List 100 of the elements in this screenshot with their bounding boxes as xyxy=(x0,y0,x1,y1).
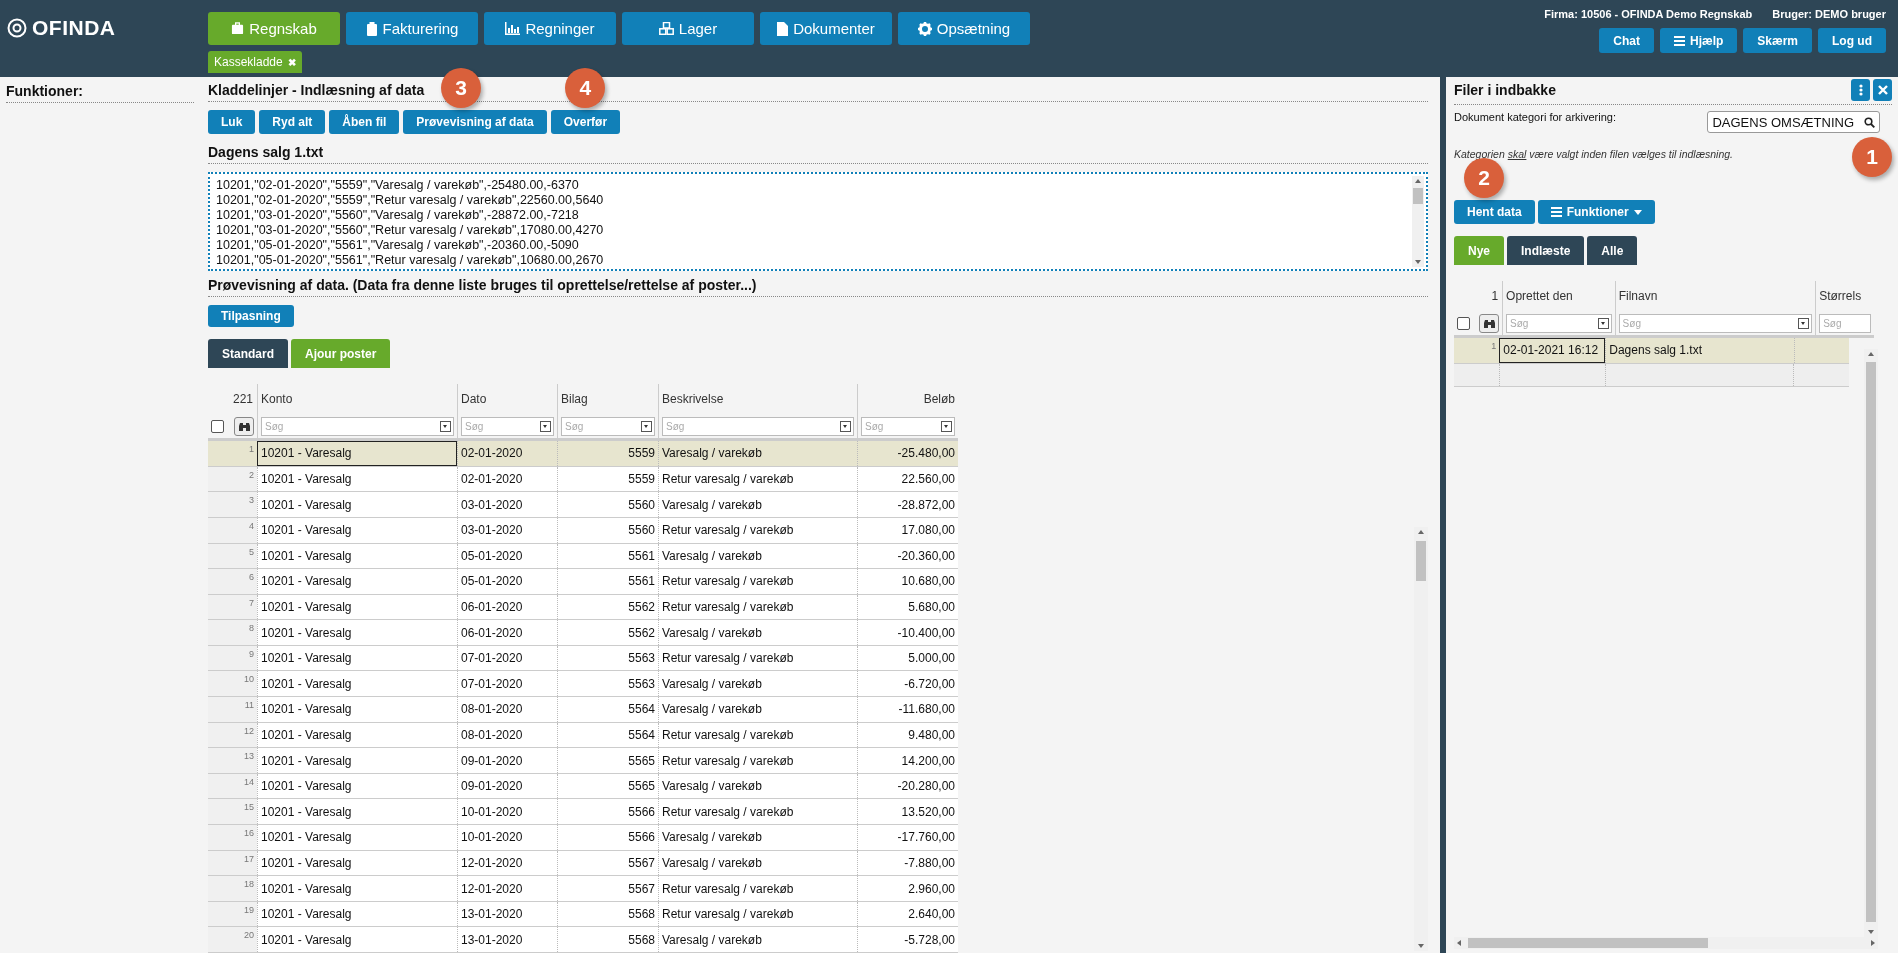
row-number: 20 xyxy=(244,930,254,941)
column-header[interactable]: Konto xyxy=(261,392,293,407)
table-row[interactable]: 5 10201 - Varesalg 05-01-2020 5561 Varesalg / varekøb -20.360,00 xyxy=(208,543,958,570)
table-cell: 5567 xyxy=(628,855,655,870)
table-row[interactable]: 12 10201 - Varesalg 08-01-2020 5564 Retur varesalg / varekøb 9.480,00 xyxy=(208,722,958,749)
table-cell: 10201 - Varesalg xyxy=(261,932,352,947)
toolbar-button[interactable]: Prøvevisning af data xyxy=(403,110,547,134)
row-number: 18 xyxy=(244,879,254,890)
table-cell: 5560 xyxy=(628,497,655,512)
table-row[interactable]: 20 10201 - Varesalg 13-01-2020 5568 Varesalg / varekøb -5.728,00 xyxy=(208,927,958,953)
column-header[interactable]: Oprettet den xyxy=(1506,289,1573,303)
table-cell: Varesalg / varekøb xyxy=(662,497,762,512)
table-row[interactable]: 1 10201 - Varesalg 02-01-2020 5559 Varesalg / varekøb -25.480,00 xyxy=(208,441,958,467)
category-field[interactable]: DAGENS OMSÆTNING xyxy=(1707,111,1880,133)
table-cell: 08-01-2020 xyxy=(461,727,523,742)
table-row[interactable]: 3 10201 - Varesalg 03-01-2020 5560 Varesalg / varekøb -28.872,00 xyxy=(208,492,958,518)
header-button[interactable]: Skærm xyxy=(1743,28,1812,53)
view-tab[interactable]: Standard xyxy=(208,339,288,369)
table-cell: 10201 - Varesalg xyxy=(261,779,352,794)
table-cell: 10201 - Varesalg xyxy=(261,446,352,461)
table-row[interactable]: 7 10201 - Varesalg 06-01-2020 5562 Retur varesalg / varekøb 5.680,00 xyxy=(208,594,958,621)
column-header[interactable]: Størrels xyxy=(1819,289,1862,303)
column-header[interactable]: Dato xyxy=(461,392,487,407)
header-button[interactable]: Chat xyxy=(1599,28,1654,53)
header-button[interactable]: Log ud xyxy=(1818,28,1886,53)
row-number: 1 xyxy=(1491,341,1497,351)
table-row[interactable]: 18 10201 - Varesalg 12-01-2020 5567 Retur varesalg / varekøb 2.960,00 xyxy=(208,876,958,902)
company-label: Firma: 10506 - OFINDA Demo Regnskab xyxy=(1544,8,1753,20)
table-cell: 05-01-2020 xyxy=(461,574,523,589)
table-row[interactable]: 15 10201 - Varesalg 10-01-2020 5566 Retur varesalg / varekøb 13.520,00 xyxy=(208,799,958,826)
table-cell: 02-01-2020 xyxy=(461,472,523,486)
customize-button[interactable]: Tilpasning xyxy=(208,304,294,328)
table-row[interactable]: 17 10201 - Varesalg 12-01-2020 5567 Varesalg / varekøb -7.880,00 xyxy=(208,850,958,877)
row-number: 4 xyxy=(249,520,254,531)
nav-tab[interactable]: Opsætning xyxy=(898,12,1030,45)
table-cell: 10201 - Varesalg xyxy=(261,548,352,563)
toolbar-button[interactable]: Luk xyxy=(208,110,256,134)
table-cell: Retur varesalg / varekøb xyxy=(662,881,794,896)
column-header[interactable]: Beskrivelse xyxy=(662,392,724,407)
table-cell: Varesalg / varekøb xyxy=(662,676,762,691)
table-cell: 07-01-2020 xyxy=(461,651,523,666)
table-row[interactable]: 10 10201 - Varesalg 07-01-2020 5563 Varesalg / varekøb -6.720,00 xyxy=(208,671,958,698)
table-row[interactable]: 11 10201 - Varesalg 08-01-2020 5564 Varesalg / varekøb -11.680,00 xyxy=(208,697,958,723)
table-row[interactable]: 6 10201 - Varesalg 05-01-2020 5561 Retur varesalg / varekøb 10.680,00 xyxy=(208,569,958,595)
toolbar-button[interactable]: Overfør xyxy=(550,110,621,134)
table-row[interactable]: 8 10201 - Varesalg 06-01-2020 5562 Varesalg / varekøb -10.400,00 xyxy=(208,620,958,646)
table-cell: 5559 xyxy=(628,472,655,486)
table-cell: 5566 xyxy=(628,830,655,845)
file-content-field[interactable]: 10201,"02-01-2020","5559","Varesalg / varekøb",-25480.00,-6370 10201,"02-01-2020","5559","Retur varesalg / varekøb",22560.00,5640 10201,"03-01-2020","5560","Varesalg / varekøb",-28872.00,-7218 10201,"03-01-2020","5560","Retur varesalg / varekøb",17080.00,4270 10201,"05-01-2020","5561","Varesalg / varekøb",-20360.00,-5090 10201,"05-01-2020","5561","Retur varesalg / varekøb",10680.00,2670 xyxy=(208,172,1428,271)
table-cell: 10201 - Varesalg xyxy=(261,651,352,666)
toolbar-button[interactable]: Ryd alt xyxy=(259,110,326,134)
column-header[interactable]: Filnavn xyxy=(1618,289,1658,303)
table-cell: 5568 xyxy=(628,907,655,922)
nav-tab[interactable]: Fakturering xyxy=(346,12,478,45)
column-header[interactable]: Bilag xyxy=(561,392,588,407)
table-cell: 5560 xyxy=(628,523,655,538)
table-cell: 10201 - Varesalg xyxy=(261,497,352,512)
filter-tab[interactable]: Alle xyxy=(1587,236,1638,265)
toolbar-button[interactable]: Åben fil xyxy=(329,110,400,134)
table-row[interactable]: 14 10201 - Varesalg 09-01-2020 5565 Varesalg / varekøb -20.280,00 xyxy=(208,773,958,800)
category-label: Dokument kategori for arkivering: xyxy=(1454,111,1616,123)
table-cell: 03-01-2020 xyxy=(461,523,523,538)
table-cell: 02-01-2020 xyxy=(461,446,523,461)
table-row[interactable]: 1 02-01-2021 16:12 Dagens salg 1.txt xyxy=(1454,338,1849,364)
table-cell: 03-01-2020 xyxy=(461,497,523,512)
table-row[interactable]: 4 10201 - Varesalg 03-01-2020 5560 Retur varesalg / varekøb 17.080,00 xyxy=(208,517,958,544)
filter-tab[interactable]: Indlæste xyxy=(1507,236,1585,265)
table-cell: Varesalg / varekøb xyxy=(662,932,762,947)
nav-tab[interactable]: Lager xyxy=(622,12,754,45)
table-cell: 17.080,00 xyxy=(901,523,955,538)
table-cell: 10201 - Varesalg xyxy=(261,830,352,845)
column-header[interactable]: Beløb xyxy=(923,392,955,407)
row-number: 1 xyxy=(249,444,254,455)
table-cell: -28.872,00 xyxy=(897,497,955,512)
instruction-text: Kategorien skal være valgt inden filen vælges til indlæsning. xyxy=(1454,148,1733,160)
table-row[interactable]: 16 10201 - Varesalg 10-01-2020 5566 Varesalg / varekøb -17.760,00 xyxy=(208,825,958,851)
table-cell: 5568 xyxy=(628,932,655,947)
table-cell: -6.720,00 xyxy=(904,676,955,691)
header-button[interactable]: Hjælp xyxy=(1660,28,1738,53)
table-row[interactable]: 2 10201 - Varesalg 02-01-2020 5559 Retur varesalg / varekøb 22.560,00 xyxy=(208,466,958,493)
table-row[interactable]: 13 10201 - Varesalg 09-01-2020 5565 Retur varesalg / varekøb 14.200,00 xyxy=(208,748,958,774)
nav-tab[interactable]: Dokumenter xyxy=(760,12,892,45)
table-cell: 10201 - Varesalg xyxy=(261,625,352,640)
table-row[interactable]: 19 10201 - Varesalg 13-01-2020 5568 Retur varesalg / varekøb 2.640,00 xyxy=(208,901,958,928)
nav-tab[interactable]: Regninger xyxy=(484,12,616,45)
table-cell: Dagens salg 1.txt xyxy=(1609,343,1702,358)
functions-dropdown-button[interactable]: Funktioner xyxy=(1537,200,1655,224)
table-cell: 10201 - Varesalg xyxy=(261,881,352,896)
table-cell: 5564 xyxy=(628,702,655,717)
table-cell: -17.760,00 xyxy=(897,830,955,845)
table-cell: Retur varesalg / varekøb xyxy=(662,574,794,589)
table-row[interactable]: 9 10201 - Varesalg 07-01-2020 5563 Retur varesalg / varekøb 5.000,00 xyxy=(208,645,958,672)
table-cell: 5562 xyxy=(628,600,655,614)
table-cell: 06-01-2020 xyxy=(461,625,523,640)
table-cell: Retur varesalg / varekøb xyxy=(662,472,794,486)
table-cell: 5563 xyxy=(628,651,655,666)
row-number: 5 xyxy=(249,546,254,557)
fetch-data-button[interactable]: Hent data xyxy=(1454,200,1535,224)
section-title: Kladdelinjer - Indlæsning af data xyxy=(208,82,425,98)
table-cell: 07-01-2020 xyxy=(461,676,523,691)
